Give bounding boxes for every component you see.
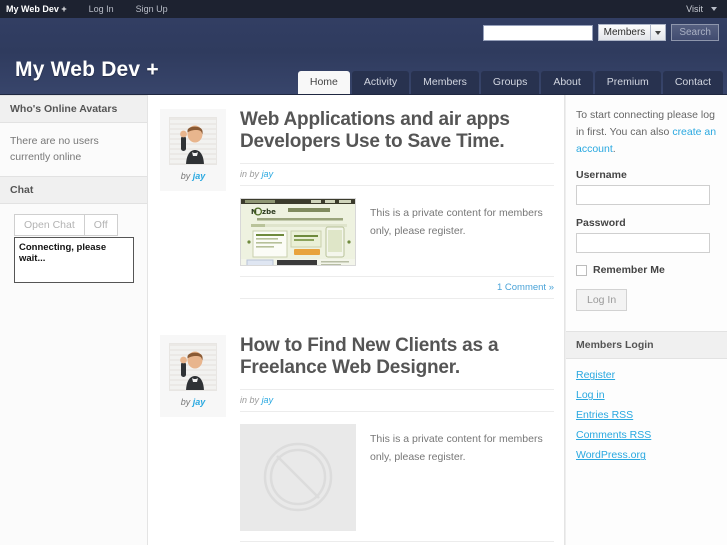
admin-bar-visit-menu[interactable]: Visit <box>686 4 721 14</box>
right-sidebar: To start connecting please log in first.… <box>565 95 727 545</box>
login-intro-part2: . <box>612 142 616 155</box>
admin-bar-login-link[interactable]: Log In <box>89 4 114 14</box>
admin-bar-visit-label: Visit <box>686 4 703 14</box>
nav-tab-home[interactable]: Home <box>297 70 350 94</box>
site-search-form: Members Search <box>482 24 719 41</box>
password-input[interactable] <box>576 233 710 254</box>
username-input[interactable] <box>576 185 710 206</box>
post-author-byline: by jay <box>166 171 220 181</box>
remember-me-checkbox[interactable] <box>576 264 587 276</box>
post-item: by jay Web Applications and air apps Dev… <box>160 95 554 299</box>
meta-link-login[interactable]: Log in <box>576 389 717 401</box>
post-title[interactable]: Web Applications and air apps Developers… <box>240 109 554 154</box>
admin-bar: My Web Dev + Log In Sign Up Visit <box>0 0 727 18</box>
avatar-person-icon <box>180 125 204 164</box>
chevron-down-icon <box>650 25 665 40</box>
post-title[interactable]: How to Find New Clients as a Freelance W… <box>240 335 554 380</box>
login-intro-text: To start connecting please log in first.… <box>576 107 717 157</box>
post-thumbnail-broken[interactable] <box>240 423 356 531</box>
post-meta: in by jay <box>240 162 554 186</box>
whos-online-empty-text: There are no users currently online <box>10 135 99 164</box>
nav-tab-about[interactable]: About <box>541 70 593 94</box>
remember-me-row[interactable]: Remember Me <box>576 264 717 276</box>
post-meta-in: in <box>240 394 248 405</box>
post-comments-link[interactable]: 1 Comment » <box>497 282 554 293</box>
nav-tab-groups[interactable]: Groups <box>480 70 540 94</box>
username-label: Username <box>576 169 627 182</box>
admin-bar-signup-link[interactable]: Sign Up <box>136 4 168 14</box>
login-button[interactable]: Log In <box>576 289 628 312</box>
post-excerpt: This is a private content for members on… <box>370 432 543 463</box>
post-body: N zbe This is a private content for memb… <box>240 186 554 266</box>
widget-title-members-login: Members Login <box>566 331 727 360</box>
avatar-person-icon <box>180 351 204 390</box>
post-footer: Comments Off <box>240 540 554 545</box>
left-sidebar: Who's Online Avatars There are no users … <box>0 95 148 545</box>
meta-link-comments-rss[interactable]: Comments RSS <box>576 429 717 441</box>
meta-link-entries-rss[interactable]: Entries RSS <box>576 409 717 421</box>
widget-chat: Chat Open Chat Off Connecting, please wa… <box>0 175 147 297</box>
chat-button-group: Open Chat Off <box>14 213 137 236</box>
chat-widget-body: Open Chat Off Connecting, please wait... <box>0 204 147 297</box>
by-prefix: by <box>180 396 191 407</box>
post-author-block: by jay <box>160 334 226 417</box>
search-scope-select[interactable]: Members <box>597 24 667 41</box>
meta-links-list: Register Log in Entries RSS Comments RSS… <box>566 359 727 479</box>
post-author-byline: by jay <box>166 397 220 407</box>
meta-link-register[interactable]: Register <box>576 369 717 381</box>
open-chat-button[interactable]: Open Chat <box>14 213 85 236</box>
no-entry-icon <box>263 442 333 512</box>
nav-tab-contact[interactable]: Contact <box>662 70 723 94</box>
search-scope-value: Members <box>603 27 646 38</box>
post-meta-author-link[interactable]: jay <box>262 169 274 179</box>
widget-title-whos-online: Who's Online Avatars <box>0 95 147 123</box>
avatar[interactable] <box>169 342 217 391</box>
meta-link-wordpress-org[interactable]: WordPress.org <box>576 449 717 461</box>
post-footer: 1 Comment » <box>240 275 554 299</box>
post-meta-author-link[interactable]: jay <box>262 395 274 405</box>
widget-whos-online: Who's Online Avatars There are no users … <box>0 95 147 176</box>
avatar[interactable] <box>169 117 217 165</box>
author-link[interactable]: jay <box>193 397 206 407</box>
post-item: by jay How to Find New Clients as a Free… <box>160 299 554 545</box>
nav-tab-premium[interactable]: Premium <box>594 70 661 94</box>
post-thumbnail-nozbe[interactable]: N zbe <box>240 197 356 266</box>
post-main: How to Find New Clients as a Freelance W… <box>226 335 554 545</box>
remember-me-label: Remember Me <box>593 264 665 277</box>
chat-off-button[interactable]: Off <box>84 213 118 236</box>
search-button[interactable]: Search <box>671 24 719 41</box>
post-meta-in: in <box>240 168 248 179</box>
primary-nav: Home Activity Members Groups About Premi… <box>297 70 723 94</box>
page-body: Who's Online Avatars There are no users … <box>0 94 727 545</box>
post-main: Web Applications and air apps Developers… <box>226 109 554 299</box>
post-excerpt: This is a private content for members on… <box>370 206 543 238</box>
admin-bar-brand[interactable]: My Web Dev + <box>6 4 67 14</box>
post-meta: in by jay <box>240 388 554 412</box>
chat-status-box: Connecting, please wait... <box>14 236 134 283</box>
nav-tab-members[interactable]: Members <box>411 70 479 94</box>
site-header: Members Search My Web Dev + Home Activit… <box>0 18 727 94</box>
post-author-block: by jay <box>160 109 226 191</box>
post-list: by jay Web Applications and air apps Dev… <box>148 95 565 545</box>
author-link[interactable]: jay <box>193 171 206 181</box>
site-title[interactable]: My Web Dev + <box>15 58 159 82</box>
post-meta-by: by <box>249 394 260 405</box>
by-prefix: by <box>180 171 191 181</box>
nav-tab-activity[interactable]: Activity <box>351 70 410 94</box>
login-widget: To start connecting please log in first.… <box>566 95 727 321</box>
chevron-down-icon <box>711 7 717 11</box>
widget-title-chat: Chat <box>0 175 147 204</box>
post-body: This is a private content for members on… <box>240 412 554 531</box>
password-label: Password <box>576 217 626 230</box>
search-input[interactable] <box>482 24 593 41</box>
post-meta-by: by <box>249 168 260 179</box>
svg-text:zbe: zbe <box>262 208 276 216</box>
